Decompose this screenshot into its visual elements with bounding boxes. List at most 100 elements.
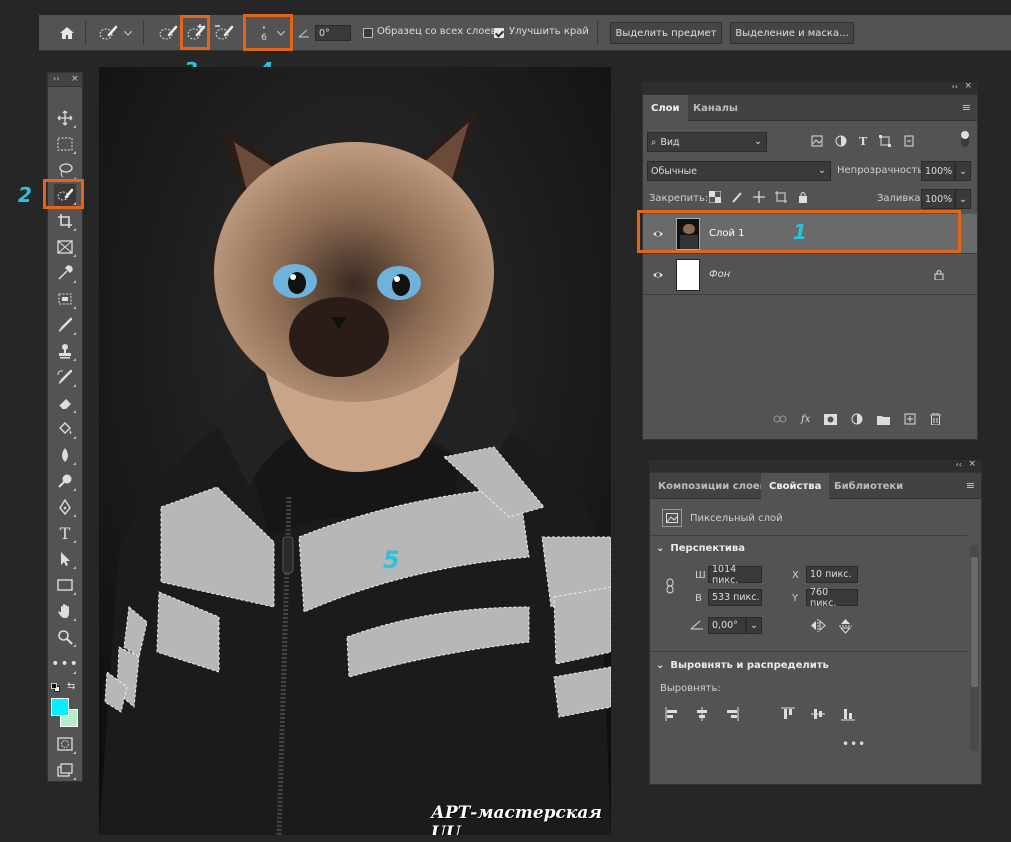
path-selection-tool-icon[interactable] [54,548,76,570]
delete-layer-icon[interactable] [930,413,942,425]
y-input[interactable]: 760 пикс. [806,587,858,609]
frame-tool-icon[interactable] [54,236,76,258]
default-colors-icon[interactable] [51,683,60,692]
align-left-icon[interactable] [665,707,679,721]
opacity-input[interactable]: 100% [921,161,955,181]
align-section-header[interactable]: ⌄ Выровнять и распределить [650,660,967,671]
screen-mode-icon[interactable] [54,759,76,781]
layer-name[interactable]: Фон [709,269,730,280]
flip-vertical-icon[interactable] [839,618,852,634]
subtract-from-selection-icon[interactable] [213,23,235,43]
quick-mask-icon[interactable] [54,733,76,755]
panel-menu-icon[interactable]: ≡ [966,479,975,492]
select-and-mask-button[interactable]: Выделение и маска... [730,22,854,44]
shape-filter-icon[interactable] [879,135,892,147]
hand-tool-icon[interactable] [54,600,76,622]
rotation-input[interactable]: 0,00° [708,617,746,634]
properties-panel-header[interactable]: ‹‹ × [649,459,982,472]
tab-channels[interactable]: Каналы [685,95,746,121]
flip-horizontal-icon[interactable] [810,619,826,632]
adjustment-filter-icon[interactable] [835,135,847,147]
align-bottom-icon[interactable] [841,707,855,721]
layer-row-background[interactable]: Фон [643,255,977,295]
spot-healing-tool-icon[interactable] [54,288,76,310]
close-icon[interactable]: × [964,81,972,91]
document-canvas[interactable]: АРТ-мастерская UU [99,67,611,835]
zoom-tool-icon[interactable] [54,626,76,648]
lock-all-icon[interactable] [797,191,809,203]
tab-properties[interactable]: Свойства [761,473,830,499]
transform-section-header[interactable]: ⌄ Перспектива [650,543,967,554]
pen-tool-icon[interactable] [54,496,76,518]
history-brush-tool-icon[interactable] [54,366,76,388]
sample-all-layers-checkbox[interactable] [363,28,373,38]
quick-selection-tool-icon[interactable] [54,184,76,206]
scrollbar-thumb[interactable] [971,557,978,687]
crop-tool-icon[interactable] [54,210,76,232]
scrollbar[interactable] [970,545,979,751]
lock-artboard-icon[interactable] [775,191,787,203]
marquee-tool-icon[interactable] [54,133,76,155]
swap-colors-icon[interactable]: ⇆ [67,681,75,692]
align-right-icon[interactable] [725,707,739,721]
visibility-eye-icon[interactable] [652,269,664,281]
tab-libraries[interactable]: Библиотеки [826,473,911,499]
brush-tool-icon[interactable] [54,314,76,336]
align-top-icon[interactable] [781,707,795,721]
layer-filter-select[interactable]: ⌕ Вид ⌄ [647,132,767,152]
angle-input[interactable]: 0° [315,25,351,41]
eyedropper-tool-icon[interactable] [54,262,76,284]
add-mask-icon[interactable] [824,413,838,425]
layer-effects-icon[interactable]: fx [801,414,810,425]
new-layer-icon[interactable] [904,413,916,425]
image-filter-icon[interactable] [811,135,823,147]
blend-mode-select[interactable]: Обычные ⌄ [647,161,831,181]
height-input[interactable]: 533 пикс. [708,589,762,606]
width-input[interactable]: 1014 пикс. [708,564,762,586]
close-icon[interactable]: × [968,459,976,469]
fill-input[interactable]: 100% [921,189,955,209]
lock-transparent-icon[interactable] [709,191,721,203]
chevron-down-icon[interactable]: ⌄ [955,161,971,181]
new-selection-icon[interactable] [157,23,179,43]
move-tool-icon[interactable] [54,107,76,129]
dodge-tool-icon[interactable] [54,470,76,492]
layer-row-layer1[interactable]: Слой 1 [643,214,977,254]
x-input[interactable]: 10 пикс. [806,566,858,583]
chevron-down-icon[interactable]: ⌄ [955,189,971,209]
align-center-h-icon[interactable] [695,707,709,721]
visibility-eye-icon[interactable] [652,228,664,240]
quick-selection-preset-icon[interactable] [97,23,119,43]
layers-panel-header[interactable]: ‹‹ × [642,81,978,94]
link-layers-icon[interactable] [773,414,787,424]
layer-name[interactable]: Слой 1 [709,228,745,239]
more-tools-icon[interactable]: ••• [51,653,78,675]
tab-layers[interactable]: Слои [643,95,688,121]
blur-tool-icon[interactable] [54,444,76,466]
eraser-tool-icon[interactable] [54,392,76,414]
smart-object-filter-icon[interactable] [903,135,915,147]
enhance-edge-checkbox[interactable] [494,28,504,38]
lock-pixels-icon[interactable] [731,191,743,203]
filter-toggle[interactable] [961,131,969,147]
lock-position-icon[interactable] [753,191,765,203]
more-options-icon[interactable]: ••• [842,737,866,751]
type-filter-icon[interactable]: T [859,135,867,148]
new-group-icon[interactable] [877,414,891,425]
link-icon[interactable] [665,578,675,594]
tools-panel-header[interactable]: ›› × [48,73,82,87]
lasso-tool-icon[interactable] [54,159,76,181]
align-center-v-icon[interactable] [811,707,825,721]
tab-layer-comps[interactable]: Композиции слоев [650,473,774,499]
panel-menu-icon[interactable]: ≡ [962,101,971,114]
clone-stamp-tool-icon[interactable] [54,340,76,362]
type-tool-icon[interactable]: T [54,522,76,544]
rectangle-tool-icon[interactable] [54,574,76,596]
brush-size-picker[interactable]: • 6 [249,19,279,47]
chevron-down-icon[interactable]: ⌄ [746,617,762,634]
chevron-down-icon[interactable] [123,27,133,39]
paint-bucket-tool-icon[interactable] [54,418,76,440]
add-to-selection-icon[interactable] [185,23,207,43]
chevron-down-icon[interactable] [276,27,286,39]
adjustment-layer-icon[interactable] [851,413,863,425]
